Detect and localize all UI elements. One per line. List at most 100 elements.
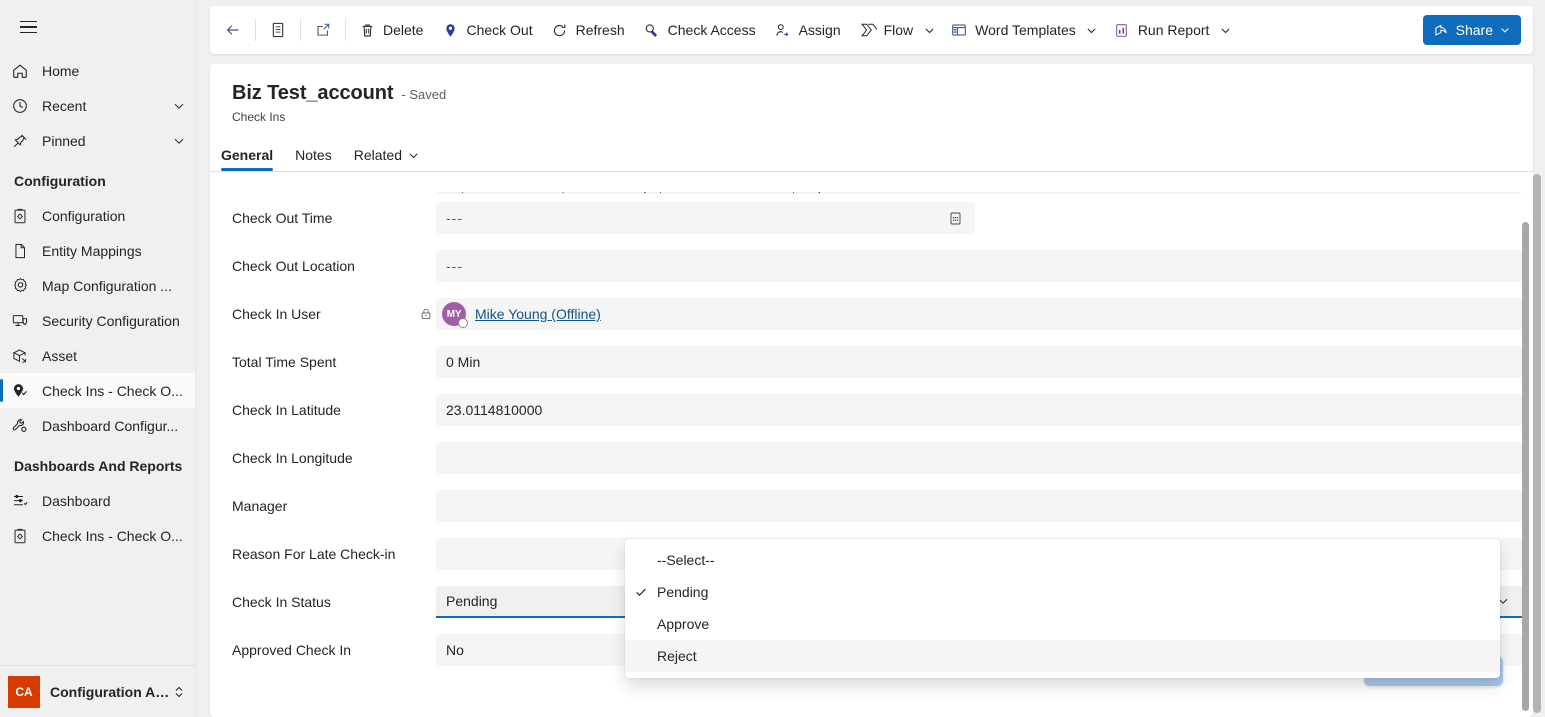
sidebar-item-label: Asset	[42, 347, 78, 364]
wrench-gear-icon	[10, 416, 30, 436]
key-icon	[643, 21, 661, 39]
environment-name: Configuration An...	[50, 683, 171, 700]
field-value: 23.0114810000	[446, 402, 543, 418]
sidebar-item-map-configuration[interactable]: Map Configuration ...	[0, 268, 195, 303]
flow-button[interactable]: Flow	[850, 13, 918, 47]
form-tabs: General Notes Related	[210, 137, 1533, 171]
arrow-left-icon	[224, 21, 242, 39]
sidebar-item-check-ins-report[interactable]: Check Ins - Check O...	[0, 518, 195, 553]
dropdown-option-reject[interactable]: Reject	[625, 640, 1500, 672]
share-button[interactable]: Share	[1422, 15, 1521, 45]
sidebar-item-label: Check Ins - Check O...	[42, 527, 183, 544]
sidebar-item-dashboard-configuration[interactable]: Dashboard Configur...	[0, 408, 195, 443]
field-label: Total Time Spent	[232, 354, 337, 370]
chevron-updown-icon[interactable]	[171, 685, 187, 699]
page-title: Biz Test_account	[232, 82, 394, 104]
sidebar-item-home[interactable]: Home	[0, 53, 195, 88]
dropdown-option-pending[interactable]: Pending	[625, 576, 1500, 608]
total-time-spent-input[interactable]: 0 Min	[436, 346, 1523, 378]
check-in-latitude-input[interactable]: 23.0114810000	[436, 394, 1523, 426]
field-row-check-out-time: Check Out Time ---	[210, 194, 1533, 242]
chevron-down-icon[interactable]	[1213, 13, 1237, 47]
calendar-picker-icon[interactable]	[943, 206, 967, 230]
back-button[interactable]	[214, 13, 252, 47]
avatar-initials: MY	[446, 308, 462, 320]
manager-lookup[interactable]	[436, 490, 1523, 522]
check-in-longitude-input[interactable]	[436, 442, 1523, 474]
check-in-status-dropdown[interactable]: --Select-- Pending Approve Reject	[625, 539, 1500, 678]
check-in-location-input[interactable]: 11, 100 Feet Road, Prahlad Nagar, Ahmeda…	[436, 192, 1523, 194]
user-pill[interactable]: MY Mike Young (Offline)	[442, 302, 601, 328]
field-row-manager: Manager	[210, 482, 1533, 530]
form-list-icon	[269, 21, 287, 39]
sidebar-item-check-ins-check-outs[interactable]: Check Ins - Check O...	[0, 373, 195, 408]
sidebar-item-entity-mappings[interactable]: Entity Mappings	[0, 233, 195, 268]
run-report-label: Run Report	[1137, 22, 1210, 38]
sidebar-item-configuration[interactable]: Configuration	[0, 198, 195, 233]
sidebar-item-dashboard[interactable]: Dashboard	[0, 483, 195, 518]
check-out-button[interactable]: Check Out	[432, 13, 541, 47]
monitor-security-icon	[10, 311, 30, 331]
dropdown-option-approve[interactable]: Approve	[625, 608, 1500, 640]
divider	[210, 171, 1533, 172]
check-in-user-lookup[interactable]: MY Mike Young (Offline)	[436, 298, 1523, 330]
field-value: 11, 100 Feet Road, Prahlad Nagar, Ahmeda…	[446, 192, 1515, 193]
sidebar-item-recent[interactable]: Recent	[0, 88, 195, 123]
sidebar-item-asset[interactable]: Asset	[0, 338, 195, 373]
environment-switcher[interactable]: CA Configuration An...	[0, 665, 195, 717]
delete-label: Delete	[383, 22, 424, 38]
dropdown-option-label: --Select--	[657, 552, 715, 568]
form-scrollbar[interactable]	[1522, 222, 1529, 711]
tab-notes[interactable]: Notes	[284, 147, 343, 171]
new-record-button[interactable]	[259, 13, 297, 47]
chevron-down-icon[interactable]	[917, 13, 941, 47]
run-report-split-button[interactable]: Run Report	[1104, 13, 1238, 47]
chevron-down-icon[interactable]	[171, 133, 187, 149]
sidebar-item-label: Map Configuration ...	[42, 277, 172, 294]
sidebar-item-pinned[interactable]: Pinned	[0, 123, 195, 158]
entity-name: Check Ins	[232, 110, 286, 124]
open-in-new-window-button[interactable]	[304, 13, 342, 47]
assign-label: Assign	[798, 22, 841, 38]
page-scrollbar[interactable]	[1533, 174, 1542, 713]
tab-related[interactable]: Related	[343, 147, 431, 171]
hamburger-menu-icon[interactable]	[8, 7, 48, 47]
page-scrollbar-thumb[interactable]	[1533, 174, 1541, 713]
sidebar-item-security-configuration[interactable]: Security Configuration	[0, 303, 195, 338]
word-templates-label: Word Templates	[975, 22, 1076, 38]
chevron-down-icon[interactable]	[171, 98, 187, 114]
assign-button[interactable]: Assign	[765, 13, 850, 47]
dropdown-option-label: Approve	[657, 616, 710, 632]
tab-label: Notes	[295, 147, 332, 163]
check-out-time-input[interactable]: ---	[436, 202, 975, 234]
chevron-down-icon[interactable]	[1499, 24, 1511, 36]
chevron-down-icon[interactable]	[1080, 13, 1104, 47]
check-in-user-link[interactable]: Mike Young (Offline)	[475, 306, 601, 322]
presence-offline-icon	[458, 318, 468, 328]
sidebar-group-title-configuration: Configuration	[14, 173, 106, 189]
field-label: Manager	[232, 498, 288, 514]
clipboard-gear-icon	[10, 526, 30, 546]
form-scrollbar-thumb[interactable]	[1522, 222, 1529, 711]
check-out-location-input[interactable]: ---	[436, 250, 1523, 282]
refresh-icon	[551, 21, 569, 39]
report-icon	[1113, 21, 1131, 39]
sidebar-item-label: Security Configuration	[42, 312, 180, 329]
dropdown-option-select[interactable]: --Select--	[625, 544, 1500, 576]
check-access-button[interactable]: Check Access	[634, 13, 765, 47]
chevron-down-icon[interactable]	[407, 149, 420, 162]
flow-split-button[interactable]: Flow	[850, 13, 942, 47]
tab-general[interactable]: General	[221, 147, 284, 171]
field-label: Check In Status	[232, 594, 331, 610]
sidebar-item-label: Recent	[42, 97, 87, 114]
word-templates-split-button[interactable]: Word Templates	[941, 13, 1104, 47]
delete-button[interactable]: Delete	[349, 13, 432, 47]
refresh-button[interactable]: Refresh	[542, 13, 634, 47]
word-templates-button[interactable]: Word Templates	[941, 13, 1080, 47]
person-assign-icon	[774, 21, 792, 39]
divider	[345, 19, 346, 41]
gear-location-icon	[10, 276, 30, 296]
run-report-button[interactable]: Run Report	[1104, 13, 1214, 47]
open-popout-icon	[314, 21, 332, 39]
trash-icon	[358, 21, 376, 39]
